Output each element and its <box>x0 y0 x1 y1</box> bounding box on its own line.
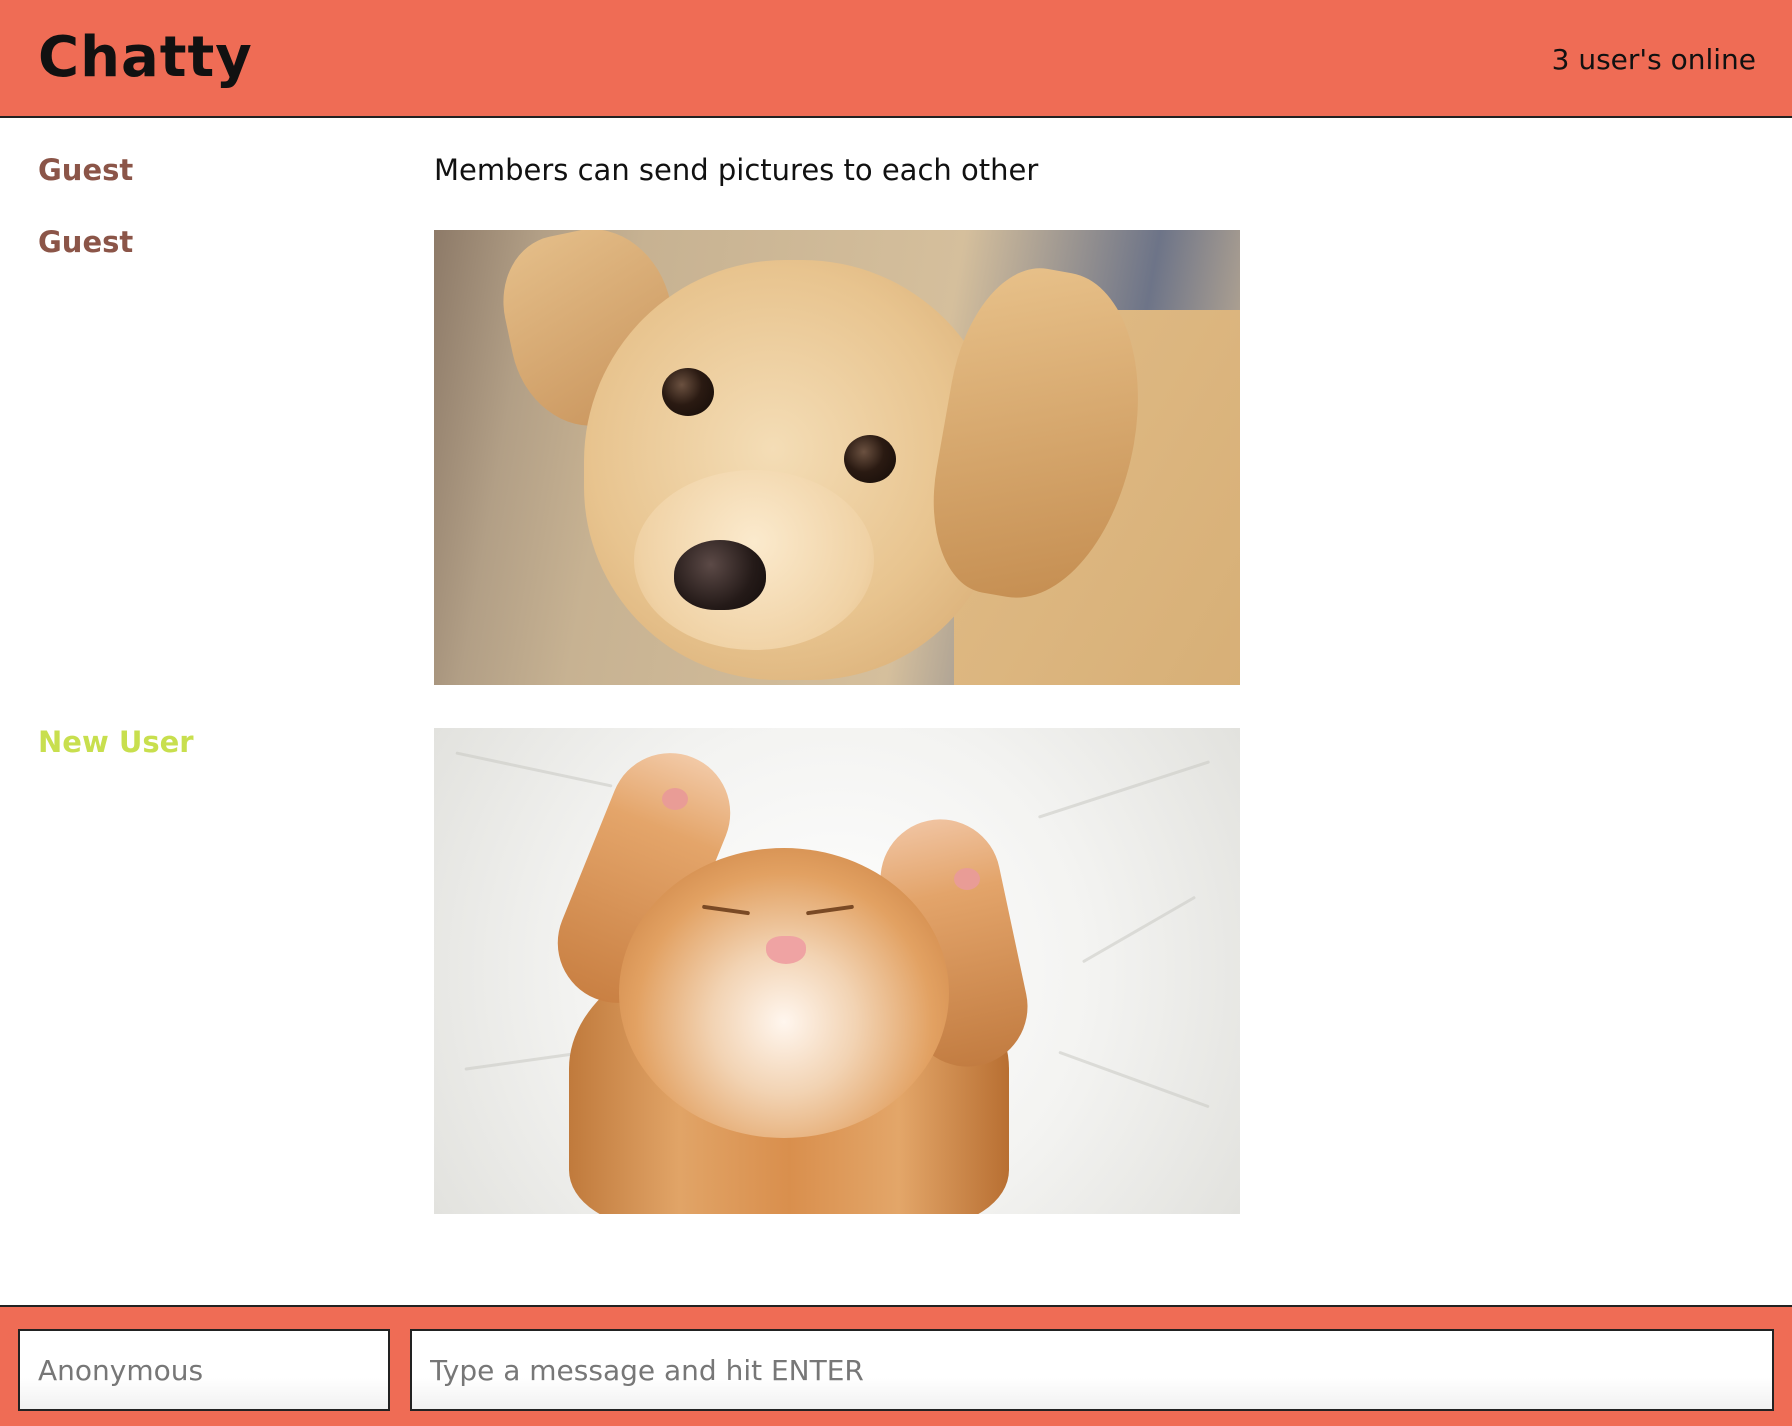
kitten-paw-pad <box>954 868 980 890</box>
message-username: Guest <box>38 153 134 187</box>
username-input[interactable] <box>18 1329 390 1411</box>
message-item: Guest Members can send pictures to each … <box>0 150 1792 200</box>
fur-texture <box>1081 895 1197 964</box>
kitten-paw-pad <box>662 788 688 810</box>
kitten-nose <box>766 936 806 964</box>
message-item: New User <box>0 722 1792 1222</box>
puppy-nose <box>674 540 766 610</box>
fur-texture <box>455 751 613 788</box>
puppy-photo <box>434 230 1240 685</box>
message-content: Members can send pictures to each other <box>434 153 1039 187</box>
fur-texture <box>1058 1050 1210 1109</box>
message-username: Guest <box>38 225 134 259</box>
kitten-photo <box>434 728 1240 1214</box>
brand-title[interactable]: Chatty <box>38 22 253 94</box>
fur-texture <box>1037 760 1211 819</box>
puppy-left-eye <box>662 368 714 416</box>
puppy-right-eye <box>844 435 896 483</box>
navbar: Chatty 3 user's online <box>0 0 1792 118</box>
chatty-app: Chatty 3 user's online Guest Members can… <box>0 0 1792 1426</box>
message-username: New User <box>38 725 194 759</box>
online-users-count: 3 user's online <box>1551 43 1756 76</box>
message-list: Guest Members can send pictures to each … <box>0 120 1792 1305</box>
message-item: Guest <box>0 222 1792 702</box>
kitten-head <box>619 848 949 1138</box>
chatbar <box>0 1305 1792 1426</box>
message-input[interactable] <box>410 1329 1774 1411</box>
